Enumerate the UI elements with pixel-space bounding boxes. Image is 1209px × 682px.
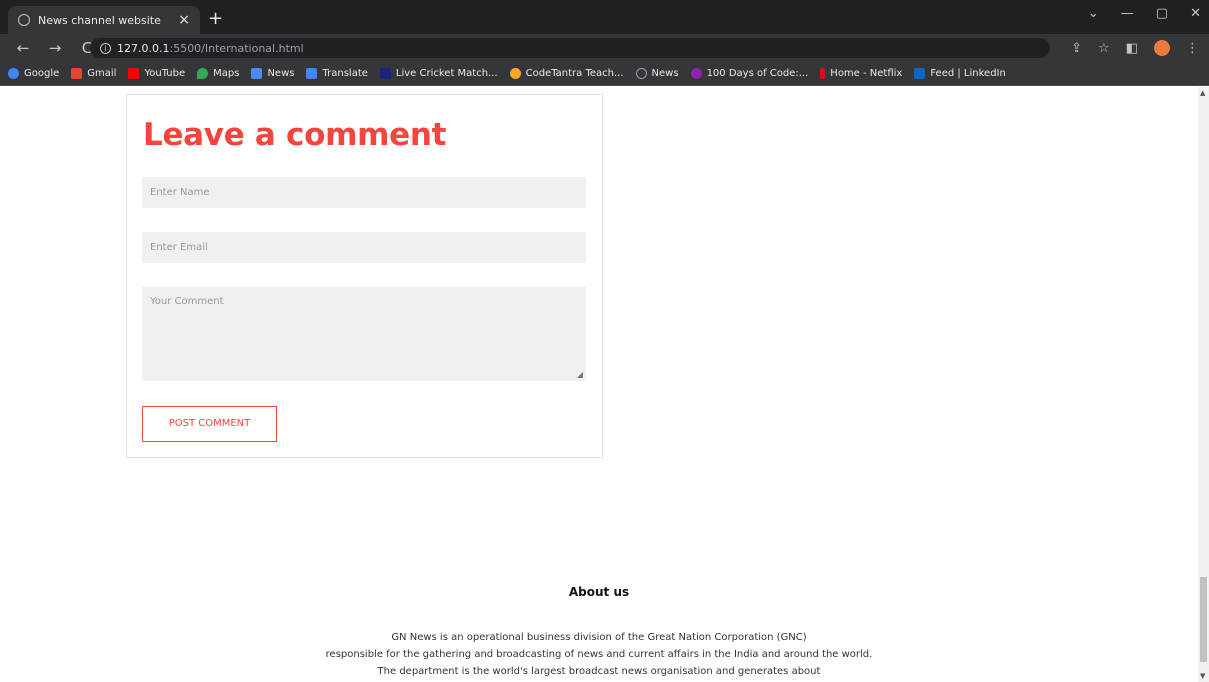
toolbar-actions: ⇪ ☆ ◧ ⋮ (1071, 40, 1199, 56)
bookmark-live-cricket[interactable]: Live Cricket Match... (379, 68, 498, 79)
side-panel-icon[interactable]: ◧ (1126, 41, 1138, 56)
comment-textarea[interactable]: Your Comment ◢ (142, 287, 586, 381)
about-us-text: GN News is an operational business divis… (0, 629, 1198, 680)
linkedin-icon (914, 68, 926, 79)
bookmark-netflix[interactable]: Home - Netflix (820, 68, 902, 79)
bookmark-translate[interactable]: Translate (306, 68, 368, 79)
close-window-icon[interactable]: ✕ (1190, 6, 1201, 21)
bookmark-google[interactable]: Google (8, 68, 59, 79)
bookmark-codetantra[interactable]: CodeTantra Teach... (509, 68, 624, 79)
scrollbar-thumb[interactable] (1200, 577, 1207, 662)
bookmarks-bar: Google Gmail YouTube Maps News Translate… (0, 62, 1209, 86)
site-info-icon[interactable]: i (100, 42, 111, 54)
bookmark-star-icon[interactable]: ☆ (1098, 41, 1110, 56)
url-host: 127.0.0.1 (117, 41, 170, 55)
youtube-icon (128, 68, 140, 79)
share-icon[interactable]: ⇪ (1071, 41, 1082, 56)
globe-icon (18, 14, 30, 26)
about-us-heading: About us (568, 585, 630, 599)
forward-icon[interactable]: → (46, 39, 64, 57)
translate-icon (306, 68, 318, 79)
email-input[interactable]: Enter Email (142, 232, 586, 263)
scroll-down-icon[interactable]: ▼ (1200, 672, 1205, 680)
hundred-days-icon (690, 68, 702, 79)
scroll-up-icon[interactable]: ▲ (1200, 89, 1205, 97)
new-tab-icon[interactable]: + (208, 8, 223, 29)
bookmark-linkedin[interactable]: Feed | LinkedIn (914, 68, 1006, 79)
google-icon (8, 68, 19, 79)
profile-avatar[interactable] (1154, 40, 1170, 56)
menu-icon[interactable]: ⋮ (1186, 41, 1199, 56)
codetantra-icon (509, 68, 521, 79)
gmail-icon (71, 68, 83, 79)
back-icon[interactable]: ← (14, 39, 32, 57)
browser-tab[interactable]: News channel website × (8, 6, 200, 34)
browser-toolbar: ← → C i 127.0.0.1:5500/International.htm… (0, 34, 1209, 62)
tab-search-icon[interactable]: ⌄ (1088, 6, 1099, 21)
bookmark-maps[interactable]: Maps (197, 68, 239, 79)
comment-form: Leave a comment Enter Name Enter Email Y… (126, 94, 603, 458)
url-path: :5500/International.html (169, 41, 304, 55)
tab-close-icon[interactable]: × (178, 12, 190, 28)
comment-form-title: Leave a comment (143, 117, 447, 153)
bookmark-news[interactable]: News (251, 68, 294, 79)
comment-placeholder: Your Comment (150, 296, 224, 307)
tab-title: News channel website (38, 13, 161, 27)
netflix-icon (820, 68, 826, 79)
bookmark-news-2[interactable]: News (635, 68, 679, 79)
page-scrollbar[interactable]: ▲ ▼ (1198, 87, 1209, 682)
minimize-icon[interactable]: — (1121, 6, 1134, 21)
page-viewport: Leave a comment Enter Name Enter Email Y… (0, 87, 1198, 682)
about-line: The department is the world's largest br… (377, 666, 821, 677)
about-line: GN News is an operational business divis… (391, 632, 807, 643)
name-input[interactable]: Enter Name (142, 177, 586, 208)
address-bar[interactable]: i 127.0.0.1:5500/International.html (90, 38, 1050, 58)
bookmark-youtube[interactable]: YouTube (128, 68, 185, 79)
browser-tab-bar: News channel website × + ⌄ — ▢ ✕ (0, 0, 1209, 34)
resize-grip-icon[interactable]: ◢ (577, 370, 583, 379)
bookmark-100-days[interactable]: 100 Days of Code:... (690, 68, 808, 79)
about-line: responsible for the gathering and broadc… (325, 649, 873, 660)
news-icon (251, 68, 263, 79)
globe-icon (635, 68, 647, 79)
maximize-icon[interactable]: ▢ (1156, 6, 1168, 21)
maps-icon (197, 68, 209, 79)
window-controls: ⌄ — ▢ ✕ (1088, 6, 1201, 21)
cricket-icon (379, 68, 391, 79)
bookmark-gmail[interactable]: Gmail (71, 68, 116, 79)
post-comment-button[interactable]: POST COMMENT (142, 406, 277, 442)
